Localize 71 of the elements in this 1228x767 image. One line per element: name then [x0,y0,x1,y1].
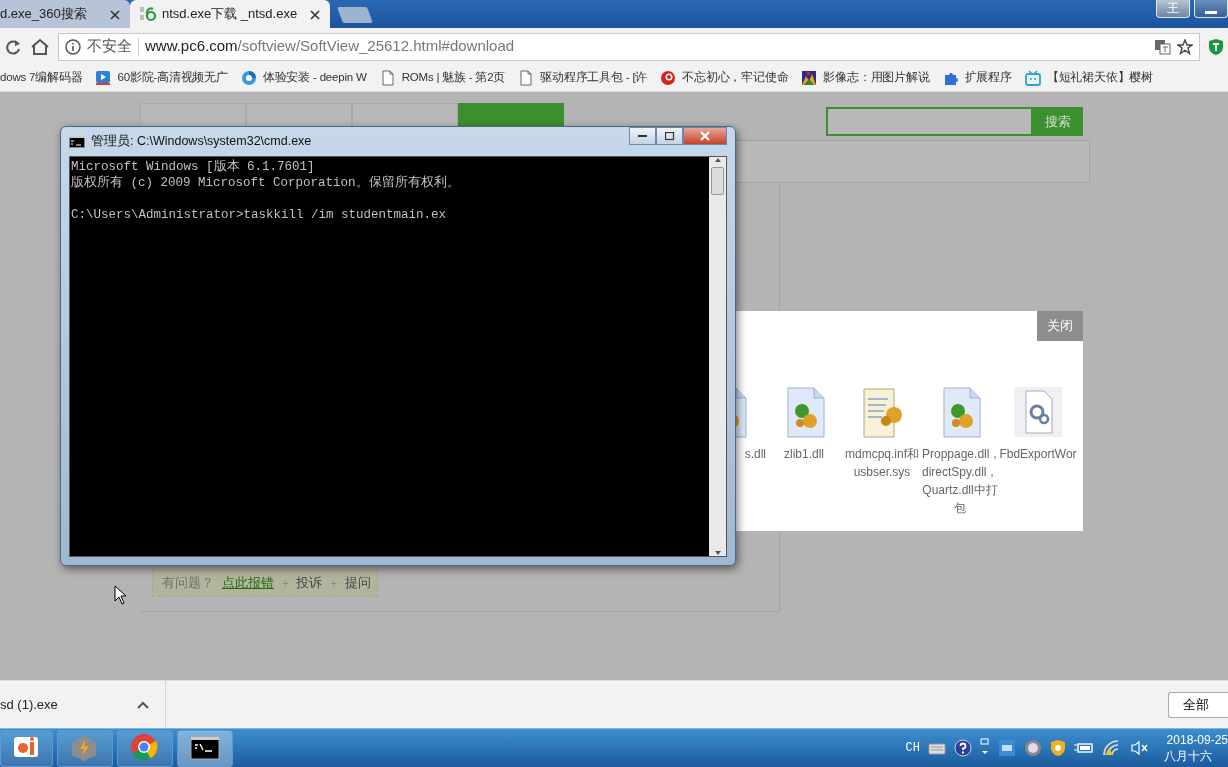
console-app-icon [190,733,220,763]
language-indicator[interactable]: CH [905,739,920,757]
file-name[interactable]: mdmcpq.inf和usbser.sys [844,445,920,481]
close-icon[interactable] [310,7,320,21]
url-text: www.pc6.com/softview/SoftView_25612.html#download [145,36,515,57]
tv-icon [1024,70,1041,86]
help-link[interactable]: 提问 [344,573,371,593]
maximize-icon[interactable] [664,131,675,141]
console-output: Microsoft Windows [版本 6.1.7601] 版权所有 (c) 2009 Microsoft Corporation。保留所有权利。 C:\Users\Administrator>taskkill /im studentmain.ex [70,158,461,224]
info-icon[interactable] [65,38,81,55]
taskbar-button[interactable] [177,729,233,767]
file-name[interactable]: Proppage.dll，directSpy.dll，Quartz.dll中打包 [922,445,998,517]
arrow-down-icon[interactable] [713,550,722,556]
scroll-thumb[interactable] [711,167,724,195]
page-icon [379,70,396,86]
translate-icon[interactable] [1155,38,1171,55]
file-name[interactable]: s.dll [736,445,766,463]
security-label: 不安全 [87,36,132,57]
puzzle-icon [942,70,959,86]
keyboard-icon[interactable] [928,741,946,755]
search-field[interactable] [826,107,1033,136]
help-icon[interactable] [954,739,972,757]
file-name[interactable]: FbdExportWor [999,445,1077,463]
scrollbar[interactable] [709,157,726,556]
help-link[interactable]: 投诉 [296,573,323,593]
volume-muted-icon[interactable] [1130,740,1150,756]
battery-icon[interactable] [1074,741,1094,755]
clock-lunar: 八月十六 [1164,748,1213,764]
bookmark[interactable]: 影像志：用图片解说 [801,69,930,87]
home-icon[interactable] [30,37,50,56]
bookmark[interactable]: 体验安装 - deepin W [240,69,367,87]
clock-date: 2018-09-25 [1165,732,1228,748]
swirl-icon [240,70,257,86]
bookmark[interactable]: 不忘初心，牢记使命 [660,69,789,87]
window-title: 管理员: C:\Windows\system32\cmd.exe [91,133,312,151]
browser-tab[interactable]: ntsd.exe下载 _ntsd.exe [130,0,330,28]
site-icon [140,6,156,22]
new-tab-button[interactable] [337,7,373,23]
file-icon[interactable] [1012,385,1064,439]
close-icon[interactable] [110,7,120,21]
separator: + [282,575,289,591]
target-icon [660,70,677,86]
shield-tray-icon[interactable] [1050,739,1066,757]
address-bar[interactable]: 不安全 www.pc6.com/softview/SoftView_25612.html#download [58,32,1200,61]
bookmark[interactable]: dows 7编解码器 [0,69,83,87]
minimize-icon[interactable] [1205,10,1217,15]
bookmark[interactable]: 驱动程序工具包 - [许 [518,69,648,87]
mosaic-icon [801,70,818,86]
bookmark[interactable]: 【短礼裙天依】樱树 [1024,69,1154,87]
bookmark[interactable]: 扩展程序 [942,69,1012,87]
mouse-cursor-icon [114,585,128,605]
caret-up-icon[interactable] [137,700,149,709]
arrow-up-icon[interactable] [713,157,722,163]
bookmark[interactable]: ROMs | 魅族 - 第2页 [379,69,506,87]
bookmark[interactable]: 60影院-高清视频无广 [95,69,228,87]
reload-icon[interactable] [4,37,22,56]
shield-icon[interactable] [1208,37,1224,56]
show-all-button[interactable]: 全部 [1168,691,1228,718]
browser-tab[interactable]: d.exe_360搜索 [0,0,130,28]
star-icon[interactable] [1177,38,1193,55]
file-name[interactable]: zlib1.dll [766,445,842,463]
minimize-button[interactable] [629,127,656,145]
page-icon [518,70,535,86]
minimize-icon[interactable] [637,134,648,138]
video-icon [95,70,112,86]
console-icon [69,135,85,148]
maximize-button[interactable] [656,127,683,145]
separator: + [330,575,337,591]
chrome-app-icon [130,733,160,763]
help-question: 有问题？ [162,574,214,593]
close-button[interactable] [683,127,727,145]
